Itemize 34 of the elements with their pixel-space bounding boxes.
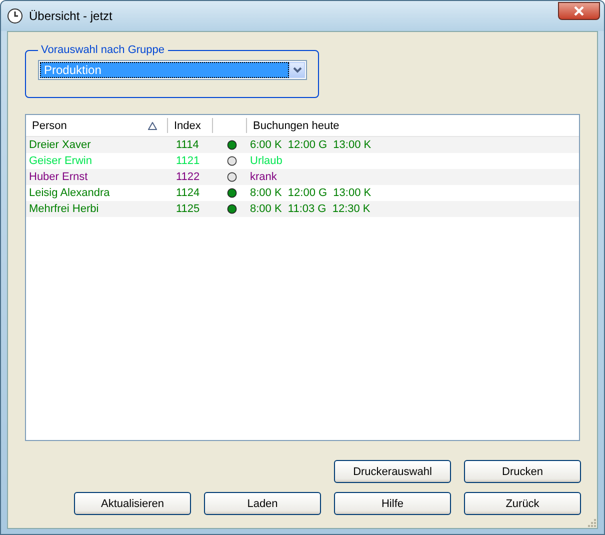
index-cell-text: 1124 (175, 187, 201, 199)
action-button[interactable]: Zurück (464, 492, 581, 515)
column-label: Person (32, 120, 67, 132)
window-title: Übersicht - jetzt (29, 9, 112, 23)
resize-grip-icon (586, 517, 596, 527)
index-cell-text: 1122 (175, 171, 201, 183)
close-icon (573, 6, 585, 16)
index-cell-text: 1125 (175, 203, 201, 215)
person-name: Leisig Alexandra (28, 187, 111, 199)
action-button[interactable]: Laden (204, 492, 321, 515)
bookings-cell-text: 8:00 K 11:03 G 12:30 K (249, 203, 372, 215)
chevron-down-icon (292, 67, 302, 73)
column-header[interactable]: Person (26, 118, 168, 133)
column-label: Index (174, 120, 201, 132)
bookings-cell-text: krank (249, 171, 278, 183)
person-name: Dreier Xaver (28, 139, 92, 151)
person-name: Geiser Erwin (28, 155, 93, 167)
column-header[interactable]: Index (168, 118, 213, 133)
clock-icon (7, 8, 23, 24)
index-cell-text: 1114 (175, 139, 200, 151)
column-label: Buchungen heute (253, 120, 340, 132)
column-header[interactable]: Buchungen heute (247, 118, 579, 133)
bookings-cell-text: 6:00 K 12:00 G 13:00 K (249, 139, 372, 151)
action-button[interactable]: Aktualisieren (74, 492, 191, 515)
person-name: Mehrfrei Herbi (28, 203, 100, 215)
close-button[interactable] (558, 2, 600, 20)
group-label: Vorauswahl nach Gruppe (40, 44, 166, 56)
bookings-cell-text: 8:00 K 12:00 G 13:00 K (249, 187, 372, 199)
action-button[interactable]: Druckerauswahl (334, 460, 451, 483)
index-cell-text: 1121 (175, 155, 201, 167)
action-button[interactable]: Hilfe (334, 492, 451, 515)
action-button[interactable]: Drucken (464, 460, 581, 483)
person-name: Huber Ernst (28, 171, 89, 183)
bookings-cell-text: Urlaub (249, 155, 284, 167)
